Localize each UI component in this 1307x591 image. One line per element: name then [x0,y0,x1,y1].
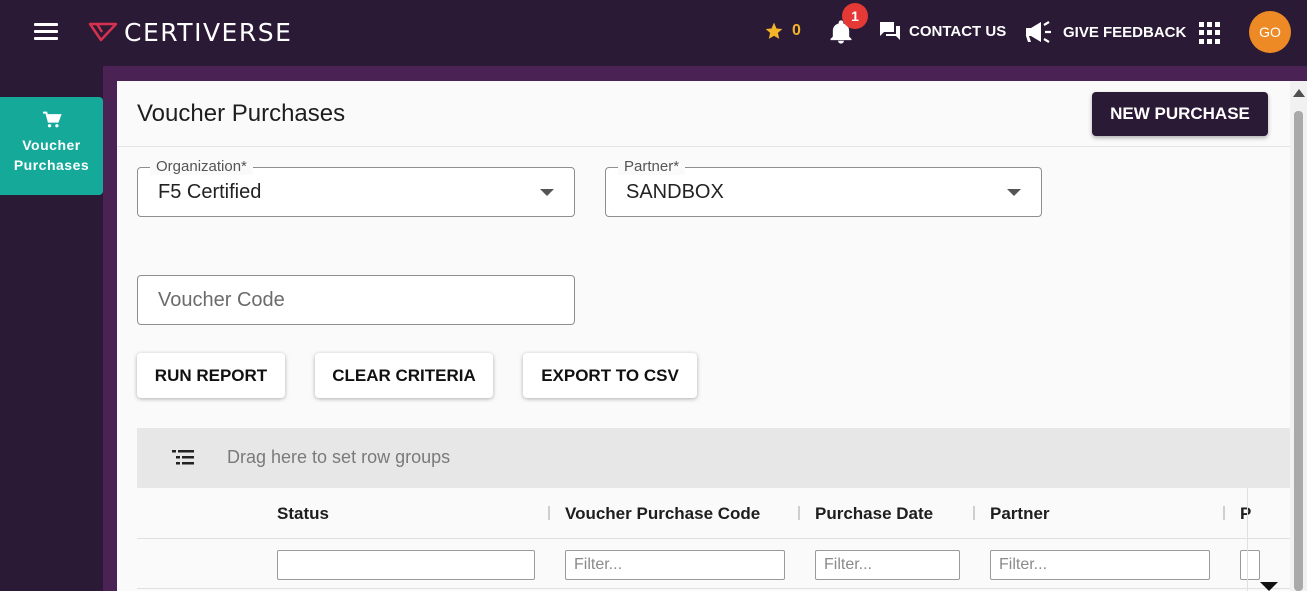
organization-label: Organization* [150,158,253,175]
points-count: 0 [792,22,801,39]
scroll-up-icon[interactable] [1293,89,1305,97]
truncated-filter-input[interactable] [1240,550,1260,580]
chevron-down-icon [540,189,554,196]
page-scrollbar[interactable] [1290,81,1307,591]
column-header-status[interactable]: Status [277,504,329,524]
purchase-date-filter-input[interactable]: Filter... [815,550,960,580]
top-app-bar: CERTIVERSE 0 1 CONTACT US GIVE FEEDBACK … [0,0,1307,66]
grid-filter-row: Filter... Filter... Filter... [137,539,1290,589]
organization-value: F5 Certified [158,181,262,203]
partner-label: Partner* [618,158,686,175]
column-header-purchase-date[interactable]: Purchase Date [815,504,933,524]
column-resize-handle[interactable] [973,506,975,520]
partner-filter-input[interactable]: Filter... [990,550,1210,580]
sidebar-item-label: Voucher Purchases [13,137,90,173]
cart-icon [42,111,62,128]
scrollbar-thumb[interactable] [1294,111,1303,591]
points-indicator[interactable]: 0 [764,21,801,41]
row-group-placeholder: Drag here to set row groups [227,447,451,467]
give-feedback-link[interactable]: GIVE FEEDBACK [1024,20,1186,44]
column-header-partner[interactable]: Partner [990,504,1050,524]
row-group-panel[interactable]: Drag here to set row groups [137,428,1290,488]
column-header-truncated[interactable]: P [1240,504,1251,524]
contact-us-link[interactable]: CONTACT US [878,20,1006,42]
divider [117,146,1290,147]
chevron-down-icon [1007,189,1021,196]
filter-placeholder: Filter... [574,556,623,573]
scroll-down-icon[interactable] [1260,582,1278,591]
export-csv-button[interactable]: EXPORT TO CSV [523,353,697,398]
menu-icon[interactable] [34,23,58,41]
voucher-code-input[interactable]: Voucher Code [137,275,575,325]
filter-placeholder: Filter... [999,556,1048,573]
clear-criteria-button[interactable]: CLEAR CRITERIA [315,353,493,398]
filter-placeholder: Filter... [824,556,873,573]
voucher-code-filter-input[interactable]: Filter... [565,550,785,580]
row-group-icon [172,450,194,465]
user-avatar[interactable]: GO [1249,11,1291,53]
column-resize-handle[interactable] [1223,506,1225,520]
main-panel: Voucher Purchases NEW PURCHASE Organizat… [117,81,1290,591]
status-filter-input[interactable] [277,550,535,580]
partner-select[interactable]: Partner* SANDBOX [605,158,1042,217]
partner-value: SANDBOX [626,181,724,203]
column-resize-handle[interactable] [798,506,800,520]
sidebar-item-voucher-purchases[interactable]: Voucher Purchases [0,97,103,195]
apps-grid-icon[interactable] [1199,22,1221,44]
grid-scrollbar-track [1247,488,1248,591]
star-icon [765,22,783,39]
grid-header: Status Voucher Purchase Code Purchase Da… [137,488,1290,539]
certiverse-logo-icon [88,22,118,42]
organization-select[interactable]: Organization* F5 Certified [137,158,575,217]
brand-name: CERTIVERSE [124,17,293,47]
megaphone-icon [1026,21,1051,43]
give-feedback-label: GIVE FEEDBACK [1063,23,1187,41]
column-header-voucher-purchase-code[interactable]: Voucher Purchase Code [565,504,760,524]
new-purchase-button[interactable]: NEW PURCHASE [1092,92,1268,136]
brand-logo[interactable]: CERTIVERSE [88,17,293,47]
contact-us-label: CONTACT US [909,22,1007,40]
page-title: Voucher Purchases [137,100,346,127]
chat-icon [880,22,900,40]
run-report-button[interactable]: RUN REPORT [137,353,285,398]
column-resize-handle[interactable] [548,506,550,520]
voucher-code-placeholder: Voucher Code [158,289,285,311]
notification-badge: 1 [842,3,868,29]
